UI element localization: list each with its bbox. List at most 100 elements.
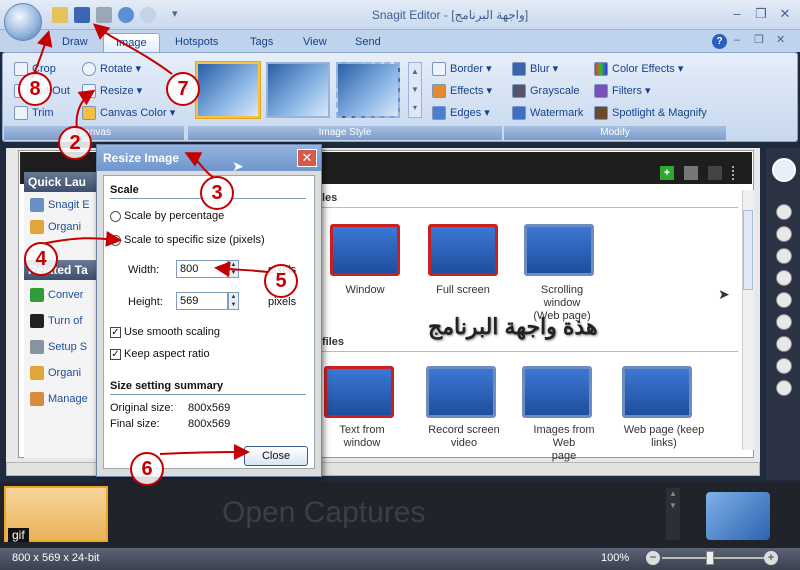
canvas-color-button[interactable]: Canvas Color ▾ (82, 104, 175, 122)
tab-view[interactable]: View (291, 33, 339, 52)
height-spinner[interactable]: ▲ ▼ (228, 292, 239, 310)
dialog-title: Resize Image (97, 145, 321, 171)
scale-specific-option[interactable]: Scale to specific size (pixels) (110, 234, 265, 246)
width-input[interactable]: 800 (176, 260, 228, 278)
filters-button[interactable]: Filters ▾ (594, 82, 651, 100)
tab-draw[interactable]: Draw (50, 33, 100, 52)
ribbon-restore-icon[interactable]: ❐ (754, 33, 764, 46)
close-dialog-button[interactable]: Close (244, 446, 308, 466)
trim-button[interactable]: Trim (14, 104, 54, 122)
capture-tile-web-images[interactable]: Images from Web page (522, 366, 606, 463)
rotate-button[interactable]: Rotate ▾ (82, 60, 141, 78)
step-badge: 6 (130, 452, 164, 486)
height-input[interactable]: 569 (176, 292, 228, 310)
border-icon (432, 62, 446, 77)
style-thumbnail[interactable] (336, 62, 400, 118)
effects-button[interactable]: Effects ▾ (432, 82, 492, 100)
zoom-level: 100% (601, 552, 630, 564)
tool-icon[interactable] (776, 270, 792, 286)
resize-button[interactable]: Resize ▾ (82, 82, 142, 100)
print-icon[interactable] (96, 7, 112, 23)
profiles-icon[interactable] (684, 166, 698, 180)
grayscale-button[interactable]: Grayscale (512, 82, 580, 100)
save-icon[interactable] (74, 7, 90, 23)
tool-icon[interactable] (776, 336, 792, 352)
tool-icon[interactable] (776, 314, 792, 330)
color-effects-button[interactable]: Color Effects ▾ (594, 60, 683, 78)
border-button[interactable]: Border ▾ (432, 60, 492, 78)
tab-image[interactable]: Image (103, 33, 160, 52)
capture-tile-fullscreen[interactable]: Full screen (428, 224, 498, 297)
tab-tags[interactable]: Tags (238, 33, 285, 52)
height-label: Height: (128, 296, 163, 308)
more-icon[interactable] (732, 166, 740, 180)
status-bar (0, 548, 800, 570)
help-icon[interactable]: ? (712, 34, 727, 49)
puzzle-icon (30, 392, 44, 407)
zoom-out-icon[interactable]: − (646, 551, 660, 565)
width-spinner[interactable]: ▲ ▼ (228, 260, 239, 278)
qat-customize-icon[interactable]: ▾ (172, 7, 178, 20)
modify-group-label: Modify (504, 126, 726, 140)
printer-icon (30, 340, 44, 355)
cursor-icon (30, 314, 44, 329)
style-thumbnail[interactable] (266, 62, 330, 118)
restore-button[interactable]: ❐ (752, 6, 770, 22)
dialog-body: Scale Scale by percentage Scale to speci… (103, 175, 315, 469)
capture-tile-web-page[interactable]: Web page (keep links) (622, 366, 706, 450)
watermark-button[interactable]: Watermark (512, 104, 583, 122)
trim-icon (14, 106, 28, 121)
spotlight-icon (594, 106, 608, 121)
close-button[interactable]: ✕ (776, 6, 794, 22)
open-icon[interactable] (52, 7, 68, 23)
tab-hotspots[interactable]: Hotspots (163, 33, 230, 52)
star-icon[interactable] (776, 380, 792, 396)
section-divider (322, 207, 738, 208)
app-menu-button[interactable] (4, 3, 42, 41)
tool-icon[interactable] (776, 292, 792, 308)
zoom-slider-thumb[interactable] (706, 551, 714, 565)
capture-tile-window[interactable]: Window (330, 224, 400, 297)
dialog-close-icon[interactable]: ✕ (297, 149, 317, 167)
capture-tile-text[interactable]: Text from window (324, 366, 404, 450)
zoom-slider-track[interactable] (662, 557, 766, 559)
canvas-vscroll[interactable] (742, 190, 754, 450)
open-captures-label: Open Captures (222, 496, 426, 529)
undo-icon[interactable] (140, 7, 156, 23)
library-folder-icon[interactable] (706, 492, 770, 540)
tool-icon[interactable] (776, 204, 792, 220)
step-badge: 8 (18, 72, 52, 106)
tool-icon[interactable] (776, 248, 792, 264)
minimize-button[interactable]: – (728, 6, 746, 22)
blur-button[interactable]: Blur ▾ (512, 60, 558, 78)
tray-scroll[interactable]: ▲ ▼ (666, 488, 680, 540)
style-thumbnail[interactable] (196, 62, 260, 118)
add-icon[interactable]: + (660, 166, 674, 180)
spotlight-magnify-button[interactable]: Spotlight & Magnify (594, 104, 707, 122)
capture-tile-video[interactable]: Record screen video (426, 366, 502, 450)
aspect-ratio-checkbox[interactable]: ✓ Keep aspect ratio (110, 348, 210, 360)
smooth-scaling-checkbox[interactable]: ✓ Use smooth scaling (110, 326, 220, 338)
canvas-group-label: Canvas (4, 126, 184, 140)
section-divider (322, 351, 738, 352)
checkmark-icon: ✓ (110, 326, 121, 338)
ribbon-minimize-icon[interactable]: – (734, 34, 740, 46)
width-label: Width: (128, 264, 160, 276)
tool-icon[interactable] (776, 226, 792, 242)
tab-send[interactable]: Send (343, 33, 393, 52)
edges-button[interactable]: Edges ▾ (432, 104, 490, 122)
convert-icon (30, 288, 44, 303)
zoom-in-icon[interactable]: + (764, 551, 778, 565)
send-icon[interactable] (118, 7, 134, 23)
step-badge: 2 (58, 126, 92, 160)
effects-icon (432, 84, 446, 99)
save-profile-icon[interactable] (708, 166, 722, 180)
ribbon-close-icon[interactable]: ✕ (776, 33, 785, 46)
final-size-value: 800x569 (188, 418, 231, 430)
rotate-icon (82, 62, 96, 77)
zoom-search-icon[interactable] (772, 158, 796, 182)
capture-tile-scrolling[interactable]: Scrolling window (Web page) (524, 224, 600, 323)
scale-percentage-option[interactable]: Scale by percentage (110, 210, 224, 222)
style-gallery-scroll[interactable]: ▲ ▼ ▾ (408, 62, 422, 118)
tool-icon[interactable] (776, 358, 792, 374)
